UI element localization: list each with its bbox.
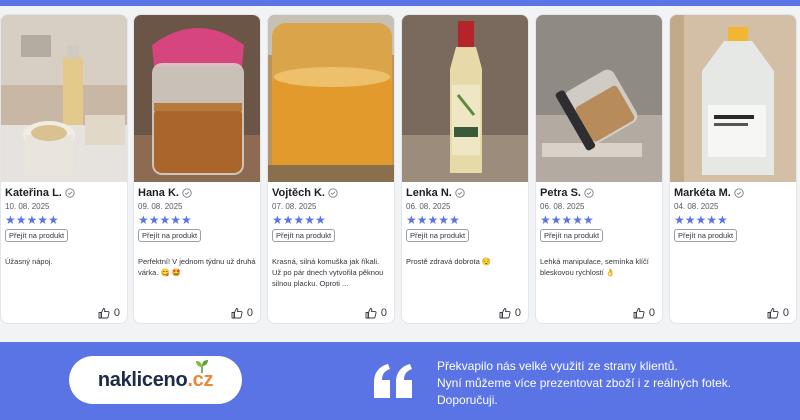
review-date: 04. 08. 2025 — [674, 202, 719, 211]
reviewer-name: Vojtěch K. — [272, 187, 325, 199]
like-button[interactable]: 0 — [633, 307, 655, 319]
thumbs-up-icon — [231, 308, 243, 319]
review-photo[interactable] — [536, 15, 662, 182]
reviewer-name: Lenka N. — [406, 187, 452, 199]
go-to-product-button[interactable]: Přejít na produkt — [5, 229, 69, 242]
like-button[interactable]: 0 — [767, 307, 789, 319]
review-text: Perfektní! V jednom týdnu už druhá várka… — [138, 257, 256, 277]
like-button[interactable]: 0 — [365, 307, 387, 319]
review-text: Krasná, silná komuška jak říkali. Už po … — [272, 257, 384, 288]
brand-logo[interactable]: nakliceno.cz — [69, 356, 242, 404]
go-to-product-button[interactable]: Přejít na produkt — [674, 229, 738, 242]
review-photo[interactable] — [670, 15, 796, 182]
review-date: 06. 08. 2025 — [540, 202, 585, 211]
testimonial-text: Překvapilo nás velké využití ze strany k… — [437, 358, 787, 409]
like-count: 0 — [380, 307, 387, 319]
top-accent-bar — [0, 0, 800, 6]
review-date: 09. 08. 2025 — [138, 202, 183, 211]
reviewer-name: Kateřina L. — [5, 187, 62, 199]
thumbs-up-icon — [365, 308, 377, 319]
like-count: 0 — [246, 307, 253, 319]
review-date: 10. 08. 2025 — [5, 202, 50, 211]
review-card[interactable]: Markéta M. 04. 08. 2025 ★★★★★ Přejít na … — [669, 14, 797, 324]
testimonial-line: Nyní můžeme více prezentovat zboží i z r… — [437, 376, 732, 390]
review-text: Úžasný nápoj. — [5, 257, 53, 266]
review-card[interactable]: Lenka N. 06. 08. 2025 ★★★★★ Přejít na pr… — [401, 14, 529, 324]
quote-icon — [374, 364, 412, 398]
verified-check-icon — [455, 188, 465, 198]
review-card[interactable]: Petra S. 06. 08. 2025 ★★★★★ Přejít na pr… — [535, 14, 663, 324]
review-photo[interactable] — [402, 15, 528, 182]
thumbs-up-icon — [98, 308, 110, 319]
review-photo[interactable] — [1, 15, 127, 182]
go-to-product-button[interactable]: Přejít na produkt — [138, 229, 202, 242]
review-photo[interactable] — [268, 15, 394, 182]
review-date: 06. 08. 2025 — [406, 202, 451, 211]
verified-check-icon — [584, 188, 594, 198]
star-rating: ★★★★★ — [5, 213, 59, 227]
review-carousel: Kateřina L. 10. 08. 2025 ★★★★★ Přejít na… — [0, 14, 800, 326]
like-button[interactable]: 0 — [499, 307, 521, 319]
review-card[interactable]: Vojtěch K. 07. 08. 2025 ★★★★★ Přejít na … — [267, 14, 395, 324]
go-to-product-button[interactable]: Přejít na produkt — [406, 229, 470, 242]
verified-check-icon — [734, 188, 744, 198]
like-button[interactable]: 0 — [231, 307, 253, 319]
like-button[interactable]: 0 — [98, 307, 120, 319]
review-card[interactable]: Hana K. 09. 08. 2025 ★★★★★ Přejít na pro… — [133, 14, 261, 324]
star-rating: ★★★★★ — [272, 213, 326, 227]
testimonial-line: Překvapilo nás velké využití ze strany k… — [437, 359, 678, 373]
star-rating: ★★★★★ — [674, 213, 728, 227]
review-text: Lehká manipulace, semínka klíčí bleskovo… — [540, 257, 649, 277]
testimonial-line: Doporučuji. — [437, 393, 498, 407]
verified-check-icon — [328, 188, 338, 198]
go-to-product-button[interactable]: Přejít na produkt — [540, 229, 604, 242]
like-count: 0 — [648, 307, 655, 319]
like-count: 0 — [782, 307, 789, 319]
reviewer-name: Markéta M. — [674, 187, 731, 199]
thumbs-up-icon — [767, 308, 779, 319]
star-rating: ★★★★★ — [406, 213, 460, 227]
go-to-product-button[interactable]: Přejít na produkt — [272, 229, 336, 242]
reviewer-name: Petra S. — [540, 187, 581, 199]
reviewer-name: Hana K. — [138, 187, 179, 199]
verified-check-icon — [65, 188, 75, 198]
thumbs-up-icon — [499, 308, 511, 319]
like-count: 0 — [514, 307, 521, 319]
star-rating: ★★★★★ — [540, 213, 594, 227]
review-photo[interactable] — [134, 15, 260, 182]
thumbs-up-icon — [633, 308, 645, 319]
review-date: 07. 08. 2025 — [272, 202, 317, 211]
like-count: 0 — [113, 307, 120, 319]
star-rating: ★★★★★ — [138, 213, 192, 227]
review-card[interactable]: Kateřina L. 10. 08. 2025 ★★★★★ Přejít na… — [0, 14, 128, 324]
verified-check-icon — [182, 188, 192, 198]
testimonial-banner: nakliceno.cz Překvapilo nás velké využit… — [0, 342, 800, 420]
sprout-icon — [196, 360, 208, 373]
review-text: Prostě zdravá dobrota 😌 — [406, 257, 492, 266]
